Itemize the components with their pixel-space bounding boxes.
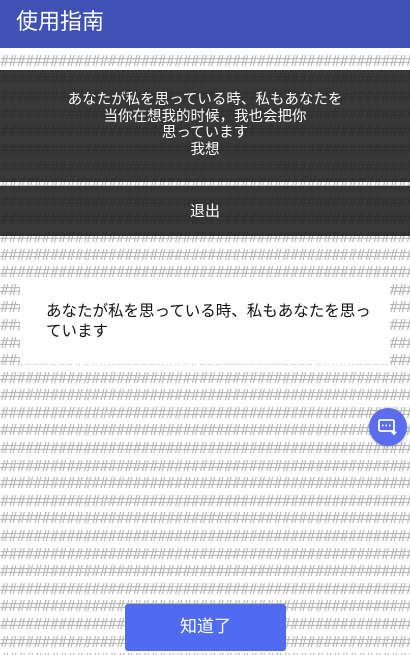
card-text: あなたが私を思っている時、私もあなたを思っています bbox=[46, 302, 371, 340]
got-it-button[interactable]: 知道了 bbox=[125, 604, 286, 651]
highlighted-text-card: あなたが私を思っている時、私もあなたを思っています bbox=[20, 280, 390, 364]
app-bar: 使用指南 bbox=[0, 0, 410, 48]
guide-message-line: 我想 bbox=[190, 141, 220, 158]
guide-message-line: 思っています bbox=[161, 125, 249, 141]
guide-screen: ########################################… bbox=[0, 0, 410, 655]
guide-message-text: あなたが私を思っている時、私もあなたを 当你在想我的时候，我也会把你 思っていま… bbox=[0, 92, 410, 158]
guide-message-line: 当你在想我的时候，我也会把你 bbox=[103, 108, 307, 125]
exit-label[interactable]: 退出 bbox=[0, 200, 410, 221]
message-add-icon bbox=[378, 419, 397, 435]
page-title: 使用指南 bbox=[16, 10, 105, 35]
guide-message-line: あなたが私を思っている時、私もあなたを bbox=[67, 92, 343, 108]
floating-action-button[interactable] bbox=[369, 408, 407, 446]
